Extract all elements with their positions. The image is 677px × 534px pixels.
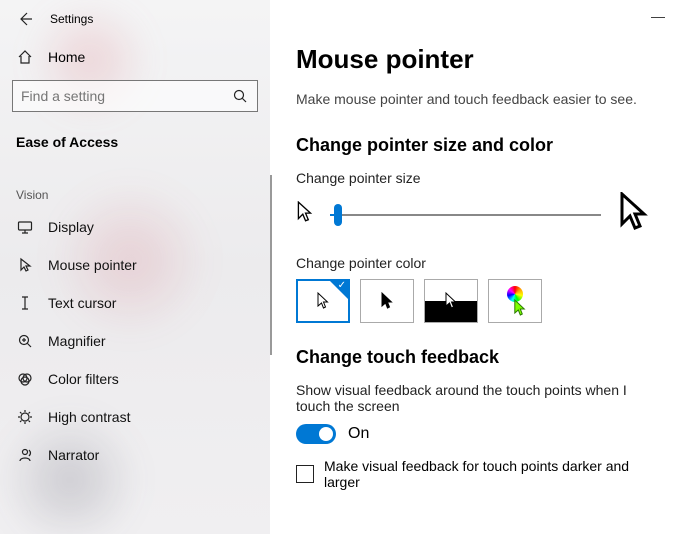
home-icon	[16, 48, 34, 66]
sidebar-item-display[interactable]: Display	[0, 208, 270, 246]
sidebar-item-label: Mouse pointer	[48, 257, 137, 273]
minimize-button[interactable]: —	[651, 8, 665, 24]
main-content: — Mouse pointer Make mouse pointer and t…	[270, 0, 677, 534]
sidebar-item-label: Magnifier	[48, 333, 106, 349]
pointer-size-label: Change pointer size	[296, 170, 651, 186]
sidebar: Settings Home Ease of Access Vision Disp…	[0, 0, 270, 534]
sidebar-category: Ease of Access	[0, 116, 270, 158]
touch-feedback-toggle[interactable]	[296, 424, 336, 444]
back-icon[interactable]	[16, 10, 34, 28]
sidebar-item-narrator[interactable]: Narrator	[0, 436, 270, 474]
cursor-large-icon	[617, 192, 651, 237]
window-title: Settings	[50, 12, 93, 26]
touch-feedback-desc: Show visual feedback around the touch po…	[296, 382, 651, 414]
pointer-color-white[interactable]	[296, 279, 350, 323]
sidebar-item-color-filters[interactable]: Color filters	[0, 360, 270, 398]
pointer-color-black[interactable]	[360, 279, 414, 323]
sidebar-item-text-cursor[interactable]: Text cursor	[0, 284, 270, 322]
search-input[interactable]	[12, 80, 258, 112]
sidebar-home-label: Home	[48, 49, 85, 65]
sidebar-item-label: Display	[48, 219, 94, 235]
color-filters-icon	[16, 370, 34, 388]
section-touch: Change touch feedback	[296, 347, 651, 368]
darker-larger-checkbox[interactable]	[296, 465, 314, 483]
sidebar-item-label: Text cursor	[48, 295, 116, 311]
sidebar-item-mouse-pointer[interactable]: Mouse pointer	[0, 246, 270, 284]
sidebar-item-magnifier[interactable]: Magnifier	[0, 322, 270, 360]
sidebar-item-label: High contrast	[48, 409, 130, 425]
sidebar-home[interactable]: Home	[0, 38, 270, 76]
narrator-icon	[16, 446, 34, 464]
pointer-color-inverted[interactable]	[424, 279, 478, 323]
toggle-state-label: On	[348, 425, 369, 443]
search-icon	[231, 87, 249, 105]
display-icon	[16, 218, 34, 236]
scroll-indicator	[270, 175, 272, 355]
sidebar-item-label: Narrator	[48, 447, 99, 463]
mouse-pointer-icon	[16, 256, 34, 274]
sidebar-item-high-contrast[interactable]: High contrast	[0, 398, 270, 436]
pointer-size-slider[interactable]	[330, 214, 601, 216]
magnifier-icon	[16, 332, 34, 350]
page-title: Mouse pointer	[296, 44, 651, 75]
pointer-color-label: Change pointer color	[296, 255, 651, 271]
page-description: Make mouse pointer and touch feedback ea…	[296, 91, 651, 107]
pointer-color-custom[interactable]	[488, 279, 542, 323]
search-field[interactable]	[21, 88, 231, 104]
section-size-color: Change pointer size and color	[296, 135, 651, 156]
darker-larger-label: Make visual feedback for touch points da…	[324, 458, 651, 490]
text-cursor-icon	[16, 294, 34, 312]
cursor-small-icon	[296, 201, 314, 228]
high-contrast-icon	[16, 408, 34, 426]
sidebar-group: Vision	[0, 158, 270, 208]
sidebar-item-label: Color filters	[48, 371, 119, 387]
